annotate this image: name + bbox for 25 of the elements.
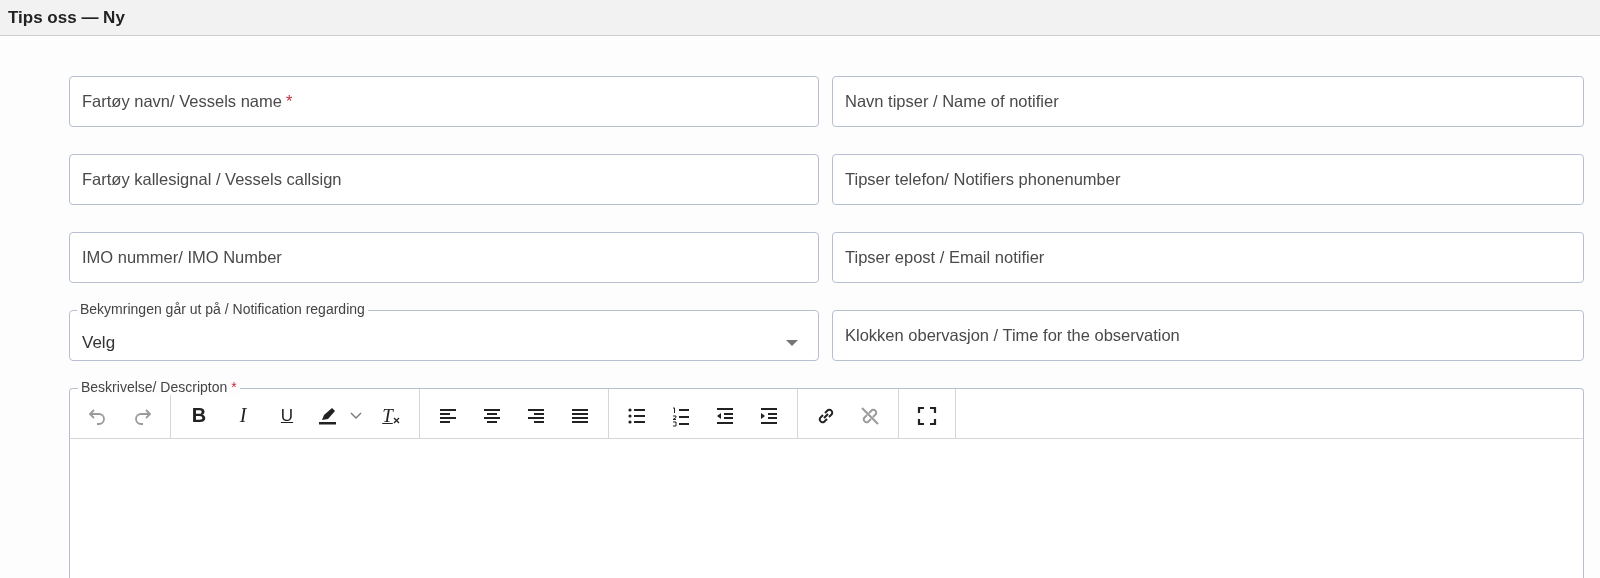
select-value: Velg: [82, 332, 117, 353]
bold-button[interactable]: B: [177, 397, 221, 434]
input-field[interactable]: Tipser telefon/ Notifiers phonenumber: [832, 154, 1584, 205]
clear-format-button[interactable]: T: [369, 397, 413, 434]
field-label: Tipser epost / Email notifier: [845, 248, 1045, 267]
input-field[interactable]: Navn tipser / Name of notifier: [832, 76, 1584, 127]
chevron-down-icon: [350, 412, 362, 419]
field-label: Bekymringen går ut på / Notification regarding: [77, 301, 368, 317]
input-field[interactable]: Fartøy kallesignal / Vessels callsign: [69, 154, 819, 205]
input-field[interactable]: Fartøy navn/ Vessels name *: [69, 76, 819, 127]
field-label: Fartøy kallesignal / Vessels callsign: [82, 170, 342, 189]
input-field[interactable]: Klokken obervasjon / Time for the observation: [832, 310, 1584, 361]
x-icon: [392, 417, 400, 424]
dropdown-caret-icon: [786, 339, 798, 346]
field-label: Tipser telefon/ Notifiers phonenumber: [845, 170, 1121, 189]
field-label: Fartøy navn/ Vessels name *: [82, 92, 293, 111]
field-label: IMO nummer/ IMO Number: [82, 248, 282, 267]
input-field[interactable]: Tipser epost / Email notifier: [832, 232, 1584, 283]
field-label: Navn tipser / Name of notifier: [845, 92, 1059, 111]
field-label: Beskrivelse/ Descripton *: [78, 379, 240, 395]
window-title: Tips oss — Ny: [8, 8, 125, 27]
field-label: Klokken obervasjon / Time for the observation: [845, 326, 1180, 345]
input-field[interactable]: IMO nummer/ IMO Number: [69, 232, 819, 283]
italic-button[interactable]: I: [221, 397, 265, 434]
underline-button[interactable]: U: [265, 397, 309, 434]
